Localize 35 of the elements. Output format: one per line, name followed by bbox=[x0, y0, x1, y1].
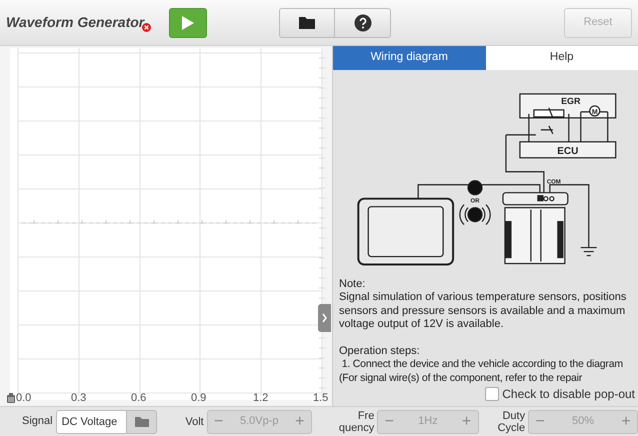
folder-icon bbox=[134, 416, 149, 427]
stepper-label: Volt bbox=[185, 416, 204, 428]
help-icon bbox=[354, 14, 372, 32]
stepper-value: 1Hz bbox=[417, 414, 439, 430]
play-button[interactable] bbox=[169, 8, 208, 38]
stepper-label: Duty Cycle bbox=[498, 410, 526, 434]
folder-icon bbox=[299, 16, 316, 29]
axis-label: 1.2 bbox=[253, 391, 268, 406]
trash-icon bbox=[7, 393, 15, 403]
note-title: Note: bbox=[339, 278, 366, 291]
note-text: Signal simulation of various temperature sensors, positions sensors and pressure sensors is available and a maximum voltage output of 12V is available. bbox=[339, 291, 628, 332]
diagram-label: EGR bbox=[561, 96, 581, 106]
play-icon bbox=[181, 14, 196, 30]
axis-label: 0.3 bbox=[71, 391, 86, 406]
signal-label: Signal bbox=[22, 414, 53, 430]
signal-field[interactable]: DC Voltage bbox=[56, 410, 127, 434]
collapse-handle[interactable] bbox=[318, 304, 331, 332]
app-title: Waveform Generator bbox=[6, 13, 144, 32]
steps-title: Operation steps: bbox=[339, 344, 421, 358]
step-text: (For signal wire(s) of the component, refer to the repair bbox=[339, 372, 582, 385]
checkbox[interactable] bbox=[485, 387, 500, 401]
stepper-value: 5.0Vp-p bbox=[239, 414, 280, 430]
folder-button[interactable] bbox=[279, 8, 336, 38]
help-button[interactable] bbox=[335, 8, 392, 38]
axis-label: 0.9 bbox=[191, 391, 206, 406]
axis-label: 0.0 bbox=[16, 391, 32, 406]
diagram-label: ECU bbox=[557, 146, 578, 157]
stepper-label: Fre quency bbox=[338, 410, 374, 434]
axis-label: 1.5 bbox=[313, 391, 328, 406]
tab[interactable]: Wiring diagram bbox=[333, 46, 486, 70]
step-text: 1. Connect the device and the vehicle according to the diagram bbox=[340, 358, 623, 372]
tab[interactable]: Help bbox=[486, 46, 638, 70]
axis-label: 0.6 bbox=[131, 391, 146, 406]
stepper-value: 50% bbox=[571, 414, 596, 430]
checkbox-label: Check to disable pop-out bbox=[502, 386, 635, 403]
